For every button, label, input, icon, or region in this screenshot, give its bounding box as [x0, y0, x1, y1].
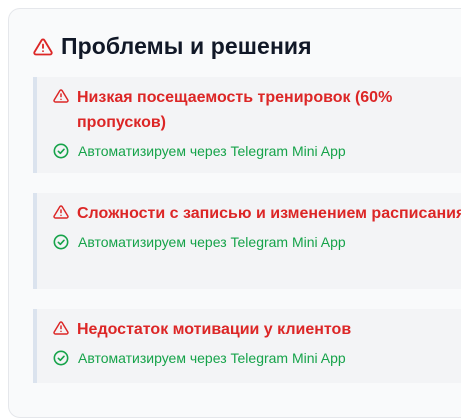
- problem-title: Низкая посещаемость тренировок (60% проп…: [77, 89, 393, 131]
- check-circle-icon: [53, 143, 69, 159]
- card-header: Проблемы и решения: [33, 33, 312, 60]
- check-circle-icon: [53, 350, 69, 366]
- warning-triangle-icon: [53, 88, 69, 104]
- problem-item: Сложности с записью и изменением расписа…: [33, 193, 461, 289]
- warning-triangle-icon: [53, 204, 69, 220]
- warning-triangle-icon: [53, 320, 69, 336]
- problem-title: Сложности с записью и изменением расписа…: [77, 205, 461, 222]
- problem-title: Недостаток мотивации у клиентов: [77, 321, 352, 338]
- solution-text: Автоматизируем через Telegram Mini App: [78, 143, 346, 159]
- solution-text: Автоматизируем через Telegram Mini App: [78, 234, 346, 250]
- problem-item: Низкая посещаемость тренировок (60% проп…: [33, 77, 461, 173]
- card-title: Проблемы и решения: [61, 33, 312, 59]
- check-circle-icon: [53, 234, 69, 250]
- warning-triangle-icon: [33, 37, 53, 57]
- problems-solutions-card: Проблемы и решения Низкая посещаемость т…: [8, 8, 461, 418]
- problem-item: Недостаток мотивации у клиентов Автомати…: [33, 309, 461, 383]
- solution-text: Автоматизируем через Telegram Mini App: [78, 350, 346, 366]
